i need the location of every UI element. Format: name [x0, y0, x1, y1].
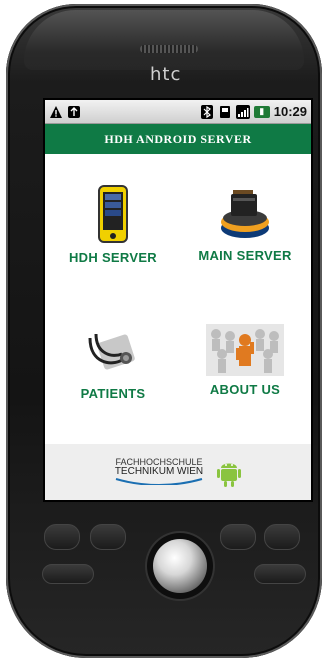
hardware-button-right-2[interactable]	[264, 524, 300, 550]
menu-grid: HDH SERVER MAIN SERVER PATIENTS ABOUT US	[45, 154, 311, 454]
phone-top-rim	[24, 10, 304, 70]
logo-line2: TECHNIKUM WIEN	[114, 466, 204, 477]
hardware-button-left-1[interactable]	[44, 524, 80, 550]
end-call-button[interactable]	[254, 564, 306, 584]
logo-swoosh	[115, 478, 203, 486]
bluetooth-icon	[200, 104, 214, 119]
server-icon	[221, 190, 269, 238]
menu-item-label: HDH SERVER	[68, 250, 157, 265]
warning-icon	[49, 105, 63, 119]
phone-device-icon	[98, 185, 128, 243]
footer-logos: FACHHOCHSCHULE TECHNIKUM WIEN	[45, 444, 311, 500]
battery-icon: ▮	[253, 105, 270, 118]
signal-icon	[235, 104, 250, 119]
menu-item-label: ABOUT US	[209, 382, 281, 397]
menu-item-label: MAIN SERVER	[198, 248, 292, 263]
hardware-button-left-2[interactable]	[90, 524, 126, 550]
menu-item-about-us[interactable]: ABOUT US	[185, 324, 305, 434]
phone-body: htc ▮ 10:29 HDH ANDROID SERVER HDH SERVE…	[6, 4, 322, 658]
phone-brand-logo: htc	[150, 64, 182, 85]
trackball[interactable]	[153, 539, 207, 593]
app-title-bar: HDH ANDROID SERVER	[45, 124, 311, 154]
usb-icon	[67, 105, 81, 119]
technikum-logo: FACHHOCHSCHULE TECHNIKUM WIEN	[114, 457, 204, 487]
menu-item-main-server[interactable]: MAIN SERVER	[185, 184, 305, 294]
android-mascot-icon	[217, 463, 241, 487]
phone-screen: ▮ 10:29 HDH ANDROID SERVER HDH SERVER MA…	[43, 98, 313, 502]
sd-card-icon	[218, 105, 232, 119]
app-title: HDH ANDROID SERVER	[104, 131, 252, 146]
stethoscope-icon	[88, 333, 135, 370]
menu-item-hdh-server[interactable]: HDH SERVER	[53, 184, 173, 294]
earpiece-speaker	[140, 45, 198, 53]
status-bar[interactable]: ▮ 10:29	[45, 100, 311, 124]
people-icon	[206, 324, 284, 376]
call-button[interactable]	[42, 564, 94, 584]
hardware-button-right-1[interactable]	[220, 524, 256, 550]
status-time: 10:29	[273, 104, 307, 119]
menu-item-label: PATIENTS	[80, 386, 146, 401]
menu-item-patients[interactable]: PATIENTS	[53, 324, 173, 434]
